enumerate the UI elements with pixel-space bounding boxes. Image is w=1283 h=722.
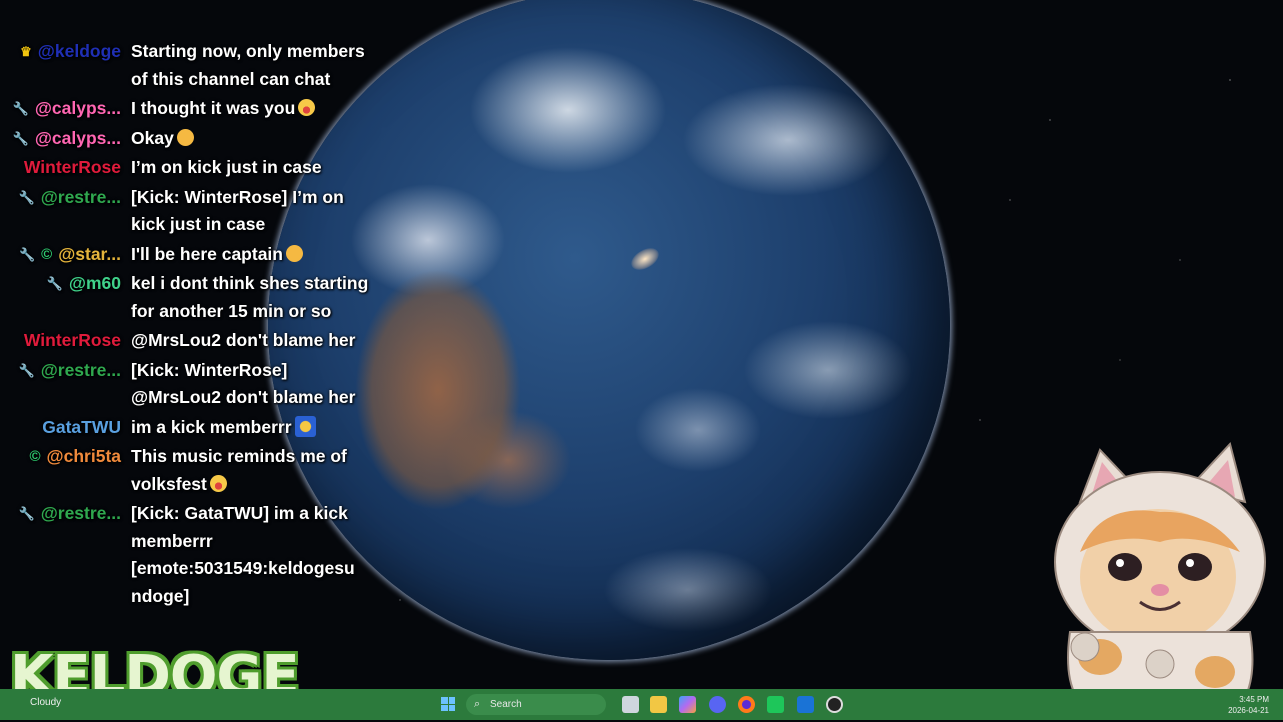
chat-message-meta: WinterRose bbox=[0, 154, 121, 182]
chat-text: kel i dont think shes starting for anoth… bbox=[131, 273, 369, 321]
ok-emoji-icon bbox=[176, 128, 194, 146]
chat-text-container: I'll be here captain bbox=[131, 241, 369, 269]
task-view-icon[interactable] bbox=[622, 696, 639, 713]
chat-message-meta: 🔧 @m60 bbox=[0, 270, 121, 325]
subscriber-badge-icon: © bbox=[41, 245, 53, 263]
moderator-wrench-icon: 🔧 bbox=[12, 101, 29, 116]
chat-message: 🔧 @restre... [Kick: GataTWU] im a kick mem… bbox=[0, 500, 375, 610]
chat-message-meta: 🔧 © @star... bbox=[0, 241, 121, 269]
chat-message-meta: 🔧 @restre... bbox=[0, 184, 121, 239]
streaming-app-icon[interactable] bbox=[767, 696, 784, 713]
chat-text-container: kel i dont think shes starting for anoth… bbox=[131, 270, 369, 325]
chat-text: [Kick: WinterRose] I’m on kick just in c… bbox=[131, 186, 344, 235]
chat-message-meta: 🔧 @restre... bbox=[0, 500, 121, 610]
chat-text: [Kick: GataTWU] im a kick memberrr [emot… bbox=[131, 503, 355, 606]
chat-message: 🔧 @m60 kel i dont think shes starting for … bbox=[0, 270, 375, 325]
moderator-wrench-icon: 🔧 bbox=[12, 130, 29, 146]
outlook-icon[interactable] bbox=[797, 696, 814, 713]
chat-message: 🔧 @restre... [Kick: WinterRose] I’m on kic… bbox=[0, 184, 375, 239]
chat-message: © @chri5ta This music reminds me of volksf… bbox=[0, 443, 375, 498]
windows-taskbar: Cloudy ⌕ Search 3:45 PM 2026-04-21 bbox=[0, 689, 1283, 720]
start-button[interactable] bbox=[441, 697, 455, 711]
chat-message: 🔧 @restre... [Kick: WinterRose] @MrsLou2 d… bbox=[0, 357, 375, 412]
chat-message-meta: © @chri5ta bbox=[0, 443, 121, 498]
weather-label: Cloudy bbox=[30, 697, 62, 708]
chat-username[interactable]: @chri5ta bbox=[47, 443, 121, 471]
chat-text-container: [Kick: WinterRose] @MrsLou2 don't blame … bbox=[131, 357, 369, 412]
windows-logo-icon-part bbox=[448, 704, 455, 711]
chat-username[interactable]: GataTWU bbox=[42, 414, 121, 442]
clock-date: 2026-04-21 bbox=[1228, 706, 1269, 715]
windows-logo-icon bbox=[441, 697, 448, 704]
chat-message-meta: ♛ @keldoge bbox=[0, 38, 121, 93]
system-clock[interactable]: 3:45 PM 2026-04-21 bbox=[1228, 694, 1269, 716]
chat-text-container: Starting now, only members of this chann… bbox=[131, 38, 369, 93]
mascot-cat-avatar bbox=[1054, 441, 1266, 718]
chat-text-container: [Kick: GataTWU] im a kick memberrr [emot… bbox=[131, 500, 369, 610]
search-label: Search bbox=[490, 699, 522, 710]
chat-message-meta: WinterRose bbox=[0, 327, 121, 355]
chat-message: 🔧 @calyps... I thought it was you bbox=[0, 95, 375, 123]
chat-text: [Kick: WinterRose] @MrsLou2 don't blame … bbox=[131, 359, 356, 408]
file-explorer-icon[interactable] bbox=[650, 696, 667, 713]
salute-emoji-icon bbox=[286, 244, 303, 262]
chat-text: @MrsLou2 don't blame her bbox=[131, 330, 356, 350]
chat-text: This music reminds me of volksfest bbox=[131, 446, 347, 494]
chat-message: ♛ @keldoge Starting now, only members of t… bbox=[0, 38, 375, 93]
copilot-icon[interactable] bbox=[679, 696, 696, 713]
chat-text: I’m on kick just in case bbox=[131, 157, 322, 177]
moderator-wrench-icon: 🔧 bbox=[18, 246, 36, 262]
weather-widget[interactable]: Cloudy bbox=[30, 697, 61, 708]
media-player-icon[interactable] bbox=[826, 696, 843, 713]
chat-message: 🔧 © @star... I'll be here captain bbox=[0, 241, 375, 269]
chat-text: I thought it was you bbox=[131, 98, 296, 118]
moderator-wrench-icon: 🔧 bbox=[46, 276, 63, 291]
chat-username[interactable]: @calyps... bbox=[35, 125, 121, 153]
chat-text: im a kick memberrr bbox=[131, 416, 292, 437]
chat-text-container: @MrsLou2 don't blame her bbox=[131, 327, 369, 355]
chat-message-meta: 🔧 @calyps... bbox=[0, 95, 121, 123]
chat-username[interactable]: WinterRose bbox=[24, 154, 121, 182]
chat-username[interactable]: @restre... bbox=[41, 500, 121, 528]
windows-logo-icon-part bbox=[441, 704, 448, 711]
chat-username[interactable]: @calyps... bbox=[35, 95, 121, 123]
taskbar-search[interactable]: ⌕ Search bbox=[466, 694, 606, 715]
discord-icon[interactable] bbox=[709, 696, 726, 713]
chat-message-meta: 🔧 @restre... bbox=[0, 357, 121, 412]
chat-text-container: [Kick: WinterRose] I’m on kick just in c… bbox=[131, 184, 369, 239]
search-icon: ⌕ bbox=[474, 698, 481, 710]
moderator-wrench-icon: 🔧 bbox=[18, 506, 35, 521]
sq-emoji-icon bbox=[294, 415, 316, 437]
chat-message-meta: GataTWU bbox=[0, 414, 121, 442]
clock-time: 3:45 PM bbox=[1239, 695, 1269, 704]
chat-message: WinterRose I’m on kick just in case bbox=[0, 154, 375, 182]
moderator-wrench-icon: 🔧 bbox=[18, 362, 35, 378]
chat-text-container: Okay bbox=[131, 125, 369, 153]
chat-text-container: I thought it was you bbox=[131, 95, 369, 123]
chat-overlay: ♛ @keldoge Starting now, only members of t… bbox=[0, 38, 375, 612]
crown-icon: ♛ bbox=[20, 44, 32, 59]
chat-username[interactable]: @m60 bbox=[69, 270, 121, 298]
chat-text-container: im a kick memberrr bbox=[131, 414, 369, 442]
laugh-emoji-icon bbox=[298, 99, 316, 116]
chat-username[interactable]: @restre... bbox=[41, 357, 121, 385]
subscriber-badge-icon: © bbox=[29, 448, 41, 465]
chat-text-container: I’m on kick just in case bbox=[131, 154, 369, 182]
chat-text-container: This music reminds me of volksfest bbox=[131, 443, 369, 498]
laugh-emoji-icon bbox=[209, 474, 227, 492]
chat-username[interactable]: @keldoge bbox=[38, 38, 121, 66]
chat-text: Starting now, only members of this chann… bbox=[131, 41, 365, 89]
firefox-icon[interactable] bbox=[738, 696, 755, 713]
chat-username[interactable]: WinterRose bbox=[24, 327, 121, 355]
windows-logo-icon-part bbox=[448, 697, 455, 704]
chat-message: WinterRose @MrsLou2 don't blame her bbox=[0, 327, 375, 355]
chat-username[interactable]: @restre... bbox=[41, 184, 121, 212]
chat-message-meta: 🔧 @calyps... bbox=[0, 125, 121, 153]
chat-message: GataTWU im a kick memberrr bbox=[0, 414, 375, 442]
moderator-wrench-icon: 🔧 bbox=[18, 189, 35, 205]
chat-message: 🔧 @calyps... Okay bbox=[0, 125, 375, 153]
chat-text: Okay bbox=[131, 127, 174, 148]
chat-username[interactable]: @star... bbox=[58, 241, 121, 269]
chat-text: I'll be here captain bbox=[131, 243, 283, 264]
